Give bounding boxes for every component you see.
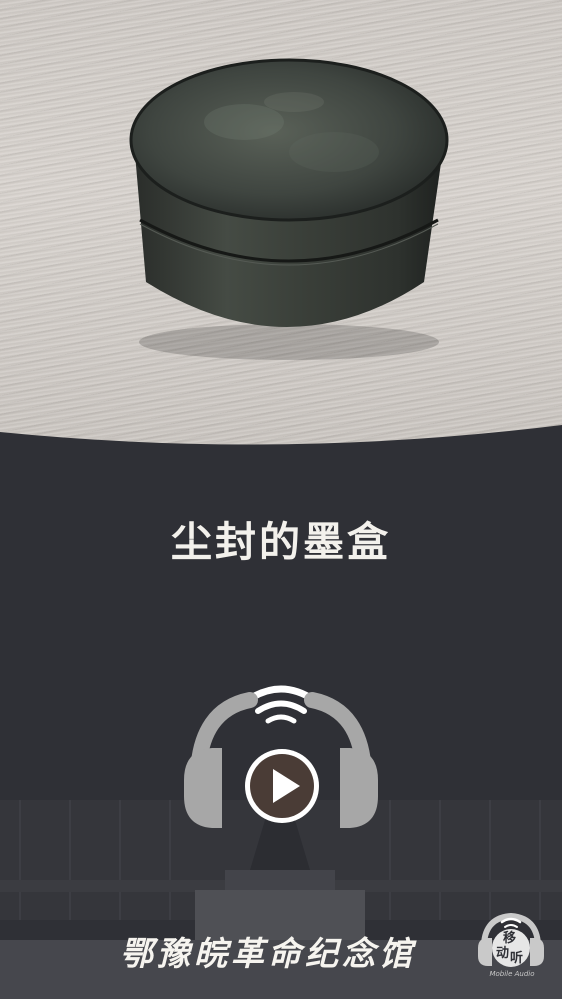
logo-char-yi: 移	[503, 931, 517, 946]
wifi-signal-icon	[244, 685, 318, 724]
artifact-title: 尘封的墨盒	[171, 518, 391, 566]
ink-box-image	[129, 58, 449, 360]
play-button[interactable]	[243, 747, 321, 825]
logo-char-dong: 动	[496, 946, 510, 961]
mobile-audio-logo[interactable]: 移 动 听 Mobile Audio	[474, 908, 548, 984]
logo-char-ting: 听	[510, 951, 524, 966]
artifact-photo	[0, 0, 562, 470]
play-icon	[245, 749, 319, 823]
logo-english-text: Mobile Audio	[489, 970, 535, 978]
museum-name: 鄂豫皖革命纪念馆	[120, 934, 416, 973]
